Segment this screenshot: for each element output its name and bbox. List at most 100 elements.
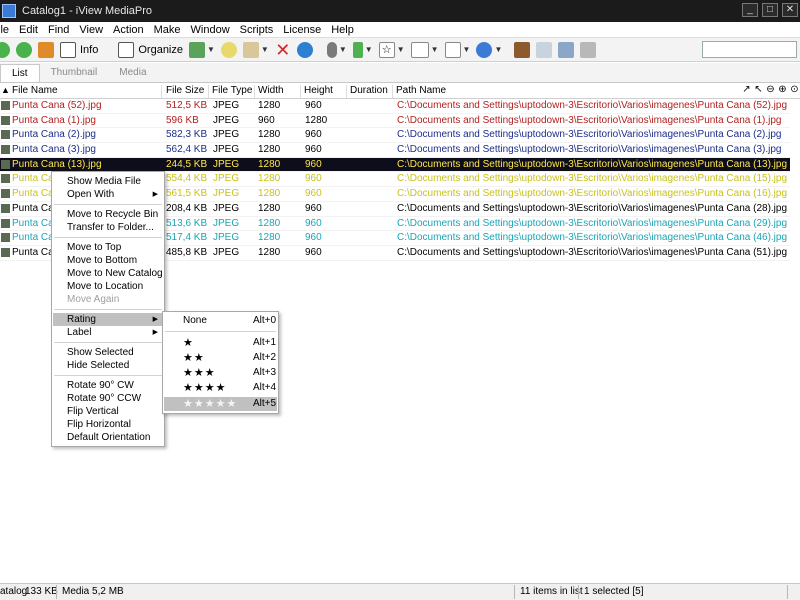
column-height[interactable]: Height (301, 85, 347, 98)
column-file-size[interactable]: File Size (163, 85, 209, 98)
column-file-name[interactable]: File Name (9, 85, 162, 98)
label-button[interactable]: ▼ (352, 40, 373, 60)
rating-3-stars[interactable]: ★★★ Alt+3 (164, 366, 277, 380)
find-button[interactable] (220, 40, 237, 60)
status-divider (514, 585, 515, 599)
organize-button[interactable]: Organize (118, 40, 183, 60)
menu-help[interactable]: Help (326, 24, 359, 36)
back-button[interactable] (0, 40, 10, 60)
menu-item-move-to-recycle-bin[interactable]: Move to Recycle Bin (53, 208, 163, 221)
microphone-icon (326, 41, 337, 58)
menu-license[interactable]: License (278, 24, 326, 36)
menu-view[interactable]: View (74, 24, 108, 36)
tab-media[interactable]: Media (108, 64, 157, 82)
back-arrow-icon (0, 41, 10, 58)
menu-item-rating[interactable]: Rating ▶ (53, 313, 163, 326)
close-button[interactable]: ✕ (782, 3, 798, 17)
menu-item-move-to-bottom[interactable]: Move to Bottom (53, 254, 163, 267)
menu-file[interactable]: ile (0, 24, 14, 36)
cell-width: 960 (258, 114, 275, 126)
maximize-button[interactable]: □ (762, 3, 778, 17)
zoom-in-icon[interactable]: ⊕ (777, 84, 788, 95)
menu-item-label: Label (67, 327, 92, 338)
column-duration[interactable]: Duration (347, 85, 393, 98)
menu-item-rotate-ccw[interactable]: Rotate 90° CCW (53, 392, 163, 405)
menu-item-move-to-new-catalog[interactable]: Move to New Catalog (53, 267, 163, 280)
arrow-nw-icon[interactable]: ↖ (753, 84, 764, 95)
slideshow-button[interactable]: ▼ (476, 40, 502, 60)
print-button[interactable] (580, 40, 597, 60)
table-row[interactable]: Punta Cana (1).jpg 596 KB JPEG 960 1280 … (0, 114, 790, 129)
menu-scripts[interactable]: Scripts (235, 24, 279, 36)
tab-list[interactable]: List (0, 64, 40, 82)
menu-action[interactable]: Action (108, 24, 149, 36)
shortcut-label: Alt+1 (253, 337, 277, 348)
script-button[interactable]: ▼ (326, 40, 347, 60)
sync-icon (296, 41, 313, 58)
cell-file-size: 485,8 KB (166, 246, 208, 258)
column-file-type[interactable]: File Type (209, 85, 255, 98)
table-row[interactable]: Punta Cana (2).jpg 582,3 KB JPEG 1280 96… (0, 128, 790, 144)
menu-item-flip-vertical[interactable]: Flip Vertical (53, 405, 163, 418)
cell-height: 960 (305, 144, 322, 156)
rating-1-star[interactable]: ★ Alt+1 (164, 336, 277, 350)
rating-button[interactable]: ☆ ▼ (378, 40, 405, 60)
status-selected-count: 1 selected [5] (584, 586, 644, 597)
minimize-button[interactable]: _ (742, 3, 758, 17)
toolbar: Info Organize ▼ ▼ ✕ ▼ ▼ ☆ ▼ ▼ ▼ ▼ (0, 38, 800, 62)
menu-find[interactable]: Find (43, 24, 74, 36)
menu-make[interactable]: Make (149, 24, 186, 36)
column-path-name[interactable]: Path Name (393, 85, 738, 98)
menu-item-show-selected[interactable]: Show Selected (53, 346, 163, 359)
delete-button[interactable]: ✕ (275, 40, 291, 60)
tab-thumbnail[interactable]: Thumbnail (40, 64, 109, 82)
arrow-ne-icon[interactable]: ↗ (741, 84, 752, 95)
rating-4-stars[interactable]: ★★★★ Alt+4 (164, 381, 277, 395)
cell-file-name: Punta Cana (2).jpg (12, 129, 96, 141)
shortcut-label: Alt+5 (253, 398, 277, 409)
menu-item-rotate-cw[interactable]: Rotate 90° CW (53, 379, 163, 392)
shortcut-label: Alt+3 (253, 367, 277, 378)
submenu-arrow-icon: ▶ (152, 191, 158, 198)
home-button[interactable] (38, 40, 54, 60)
cell-path-name: C:\Documents and Settings\uptodown-3\Esc… (397, 173, 788, 185)
column-width[interactable]: Width (255, 85, 301, 98)
web-gallery-button[interactable] (536, 40, 553, 60)
cell-width: 1280 (258, 188, 281, 200)
menu-item-move-to-location[interactable]: Move to Location (53, 280, 163, 293)
search-input[interactable] (702, 41, 797, 58)
menu-item-open-with[interactable]: Open With ▶ (53, 188, 163, 201)
text-style-button[interactable]: ▼ (410, 40, 439, 60)
menu-item-label: Move to Recycle Bin (67, 209, 159, 220)
cell-width: 1280 (258, 158, 281, 170)
menu-window[interactable]: Window (186, 24, 235, 36)
menu-item-move-to-top[interactable]: Move to Top (53, 241, 163, 254)
info-button[interactable]: Info (60, 40, 98, 60)
menu-item-transfer-to-folder[interactable]: Transfer to Folder... (53, 221, 163, 234)
forward-button[interactable] (16, 40, 32, 60)
menu-item-show-media-file[interactable]: Show Media File (53, 175, 163, 188)
zoom-icon[interactable]: ⊙ (789, 84, 800, 95)
table-row[interactable]: Punta Cana (52).jpg 512,5 KB JPEG 1280 9… (0, 99, 790, 114)
rating-none[interactable]: None Alt+0 (164, 314, 277, 328)
sync-button[interactable] (296, 40, 313, 60)
rating-2-stars[interactable]: ★★ Alt+2 (164, 351, 277, 365)
menu-item-default-orientation[interactable]: Default Orientation (53, 431, 163, 444)
cell-file-name: Punta Cana (1).jpg (12, 114, 96, 126)
info-panel-icon (60, 41, 76, 58)
contact-sheet-button[interactable] (514, 40, 531, 60)
menu-item-label[interactable]: Label ▶ (53, 326, 163, 339)
table-row[interactable]: Punta Cana (3).jpg 562,4 KB JPEG 1280 96… (0, 143, 790, 158)
zoom-out-icon[interactable]: ⊖ (765, 84, 776, 95)
calendar-button[interactable]: ▼ (189, 40, 215, 60)
menu-item-flip-horizontal[interactable]: Flip Horizontal (53, 418, 163, 431)
menu-item-move-again: Move Again (53, 293, 163, 306)
edit-button[interactable]: ▼ (242, 40, 269, 60)
menu-edit[interactable]: Edit (14, 24, 43, 36)
chart-button[interactable]: ▼ (444, 40, 470, 60)
menu-item-hide-selected[interactable]: Hide Selected (53, 359, 163, 372)
rating-5-stars[interactable]: ★★★★★ Alt+5 (164, 397, 277, 411)
cell-file-type: JPEG (213, 144, 240, 156)
cell-file-type: JPEG (213, 100, 240, 111)
share-button[interactable] (558, 40, 575, 60)
